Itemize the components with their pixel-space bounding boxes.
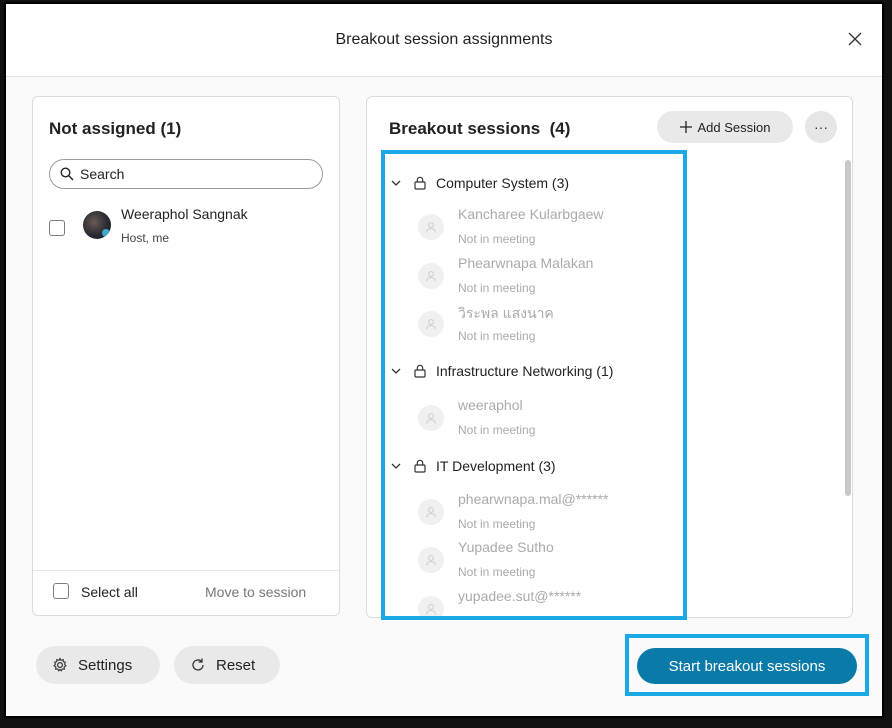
user-role: Host, me [121,231,170,245]
user-checkbox[interactable] [49,220,65,236]
dialog-titlebar: Breakout session assignments [6,4,882,77]
settings-label: Settings [78,656,133,674]
start-label: Start breakout sessions [668,657,826,675]
avatar [83,211,111,239]
search-input[interactable] [78,165,302,183]
not-assigned-panel: Not assigned (1) Weeraphol Sangnak Host,… [32,96,340,616]
more-options-button[interactable]: ··· [805,111,837,143]
start-breakout-button[interactable]: Start breakout sessions [637,648,857,684]
reset-label: Reset [216,656,256,674]
select-all-checkbox[interactable] [53,583,69,599]
dialog-title: Breakout session assignments [335,31,553,48]
sessions-highlight [381,150,687,620]
not-assigned-title: Not assigned (1) [49,119,182,138]
more-icon: ··· [814,119,828,135]
gear-icon [53,657,67,672]
move-to-session-link[interactable]: Move to session [205,584,306,600]
search-icon [60,167,74,181]
close-icon[interactable] [848,32,862,46]
reset-button[interactable]: Reset [174,646,280,684]
search-box[interactable] [49,159,323,189]
select-all-label[interactable]: Select all [81,584,138,600]
sessions-scrollbar[interactable] [845,160,851,496]
refresh-icon [192,658,204,671]
left-footer: Select all Move to session [33,570,339,615]
add-session-button[interactable]: Add Session [657,111,793,143]
start-highlight: Start breakout sessions [625,634,869,696]
breakout-title-text: Breakout sessions [389,119,541,138]
plus-icon [679,121,692,133]
breakout-count: (4) [549,119,571,138]
settings-button[interactable]: Settings [36,646,160,684]
add-session-label: Add Session [697,119,771,135]
user-name: Weeraphol Sangnak [121,206,248,222]
breakout-sessions-title: Breakout sessions (4) [389,119,570,139]
